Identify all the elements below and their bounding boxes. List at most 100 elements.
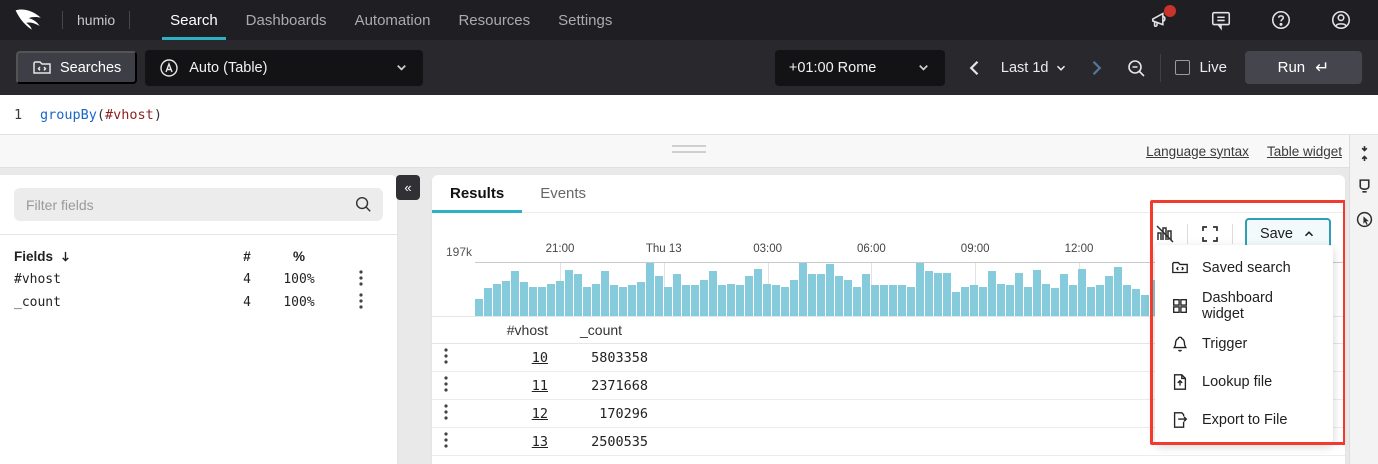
searches-button[interactable]: Searches [16,51,137,84]
histogram-bar[interactable] [1096,285,1104,316]
histogram-bars[interactable] [475,263,1159,316]
histogram-bar[interactable] [664,287,672,316]
histogram-bar[interactable] [880,285,888,316]
menu-item-lookup-file[interactable]: Lookup file [1155,363,1333,401]
histogram-bar[interactable] [610,285,618,316]
histogram-bar[interactable] [943,273,951,316]
vhost-link[interactable]: 12 [532,406,548,422]
field-menu-kebab-icon[interactable] [359,270,373,286]
hide-histogram-icon[interactable] [1155,224,1175,244]
nav-item-search[interactable]: Search [156,0,232,40]
histogram-bar[interactable] [772,285,780,316]
field-name[interactable]: #vhost [14,272,223,287]
histogram-bar[interactable] [844,280,852,316]
histogram-bar[interactable] [979,287,987,316]
crowdstrike-falcon-logo[interactable] [14,7,48,33]
histogram-bar[interactable] [835,276,843,316]
histogram-bar[interactable] [673,274,681,316]
histogram-bar[interactable] [1051,288,1059,316]
histogram-bar[interactable] [934,273,942,316]
histogram-bar[interactable] [1087,287,1095,316]
histogram-bar[interactable] [808,274,816,316]
histogram-bar[interactable] [1141,295,1149,316]
histogram-bar[interactable] [853,287,861,316]
nav-item-resources[interactable]: Resources [444,0,544,40]
histogram-bar[interactable] [493,284,501,316]
collapse-panel-button[interactable]: « [396,175,420,200]
histogram-bar[interactable] [817,274,825,316]
histogram-bar[interactable] [1123,285,1131,316]
histogram-bar[interactable] [970,285,978,316]
account-icon[interactable] [1330,9,1352,31]
live-toggle[interactable]: Live [1175,59,1227,76]
histogram-bar[interactable] [547,284,555,316]
time-back-icon[interactable] [965,58,985,78]
histogram-bar[interactable] [628,285,636,316]
row-menu-kebab-icon[interactable] [444,404,458,420]
histogram-bar[interactable] [781,287,789,316]
histogram-bar[interactable] [655,276,663,316]
histogram-bar[interactable] [925,271,933,316]
histogram-bar[interactable] [691,285,699,316]
histogram-bar[interactable] [1033,270,1041,316]
run-button[interactable]: Run ↵ [1245,51,1362,84]
collapse-vertical-icon[interactable] [1356,145,1373,162]
menu-item-saved-search[interactable]: Saved search [1155,249,1333,287]
zoom-out-icon[interactable] [1126,58,1146,78]
nav-item-automation[interactable]: Automation [341,0,445,40]
histogram-bar[interactable] [475,299,483,316]
histogram-bar[interactable] [754,269,762,316]
field-menu-kebab-icon[interactable] [359,293,373,309]
feedback-icon[interactable] [1210,9,1232,31]
histogram-bar[interactable] [592,284,600,316]
histogram-bar[interactable] [1060,274,1068,316]
histogram-bar[interactable] [700,280,708,316]
histogram-bar[interactable] [1006,285,1014,316]
interactive-pointer-icon[interactable] [1356,211,1373,228]
histogram-bar[interactable] [889,285,897,316]
histogram-bar[interactable] [520,282,528,316]
menu-item-dashboard-widget[interactable]: Dashboard widget [1155,287,1333,325]
row-menu-kebab-icon[interactable] [444,348,458,364]
histogram-bar[interactable] [1105,276,1113,316]
announcements-icon[interactable] [1150,9,1172,31]
histogram-bar[interactable] [1114,267,1122,316]
histogram-bar[interactable] [727,284,735,316]
histogram-bar[interactable] [529,287,537,316]
histogram-bar[interactable] [898,285,906,316]
count-column-header[interactable]: _count [548,322,648,338]
histogram-bar[interactable] [718,285,726,316]
nav-item-settings[interactable]: Settings [544,0,626,40]
histogram-bar[interactable] [1078,269,1086,316]
histogram-bar[interactable] [997,284,1005,316]
view-type-select[interactable]: Auto (Table) [145,50,423,86]
language-syntax-link[interactable]: Language syntax [1146,144,1249,159]
histogram-bar[interactable] [907,287,915,316]
resize-handle[interactable] [672,145,706,157]
histogram-bar[interactable] [961,287,969,316]
fullscreen-icon[interactable] [1200,224,1220,244]
histogram-bar[interactable] [637,282,645,316]
histogram-bar[interactable] [1069,285,1077,316]
timezone-select[interactable]: +01:00 Rome [775,50,945,86]
histogram-bar[interactable] [484,288,492,316]
histogram-bar[interactable] [1132,289,1140,316]
histogram-bar[interactable] [763,284,771,316]
histogram-bar[interactable] [565,270,573,316]
vhost-column-header[interactable]: #vhost [470,322,548,338]
histogram-bar[interactable] [682,285,690,316]
histogram-bar[interactable] [502,281,510,316]
filter-fields-input[interactable]: Filter fields [14,188,383,221]
time-forward-icon[interactable] [1086,58,1106,78]
histogram-bar[interactable] [799,263,807,316]
row-menu-kebab-icon[interactable] [444,432,458,448]
histogram-bar[interactable] [988,271,996,316]
histogram-bar[interactable] [601,271,609,316]
time-range-select[interactable]: Last 1d [1001,60,1069,76]
query-editor[interactable]: 1 groupBy(#vhost) [0,95,1378,135]
repo-name[interactable]: humio [77,12,115,28]
histogram-bar[interactable] [1015,273,1023,316]
histogram-bar[interactable] [745,276,753,316]
histogram-bar[interactable] [511,271,519,316]
help-icon[interactable] [1270,9,1292,31]
